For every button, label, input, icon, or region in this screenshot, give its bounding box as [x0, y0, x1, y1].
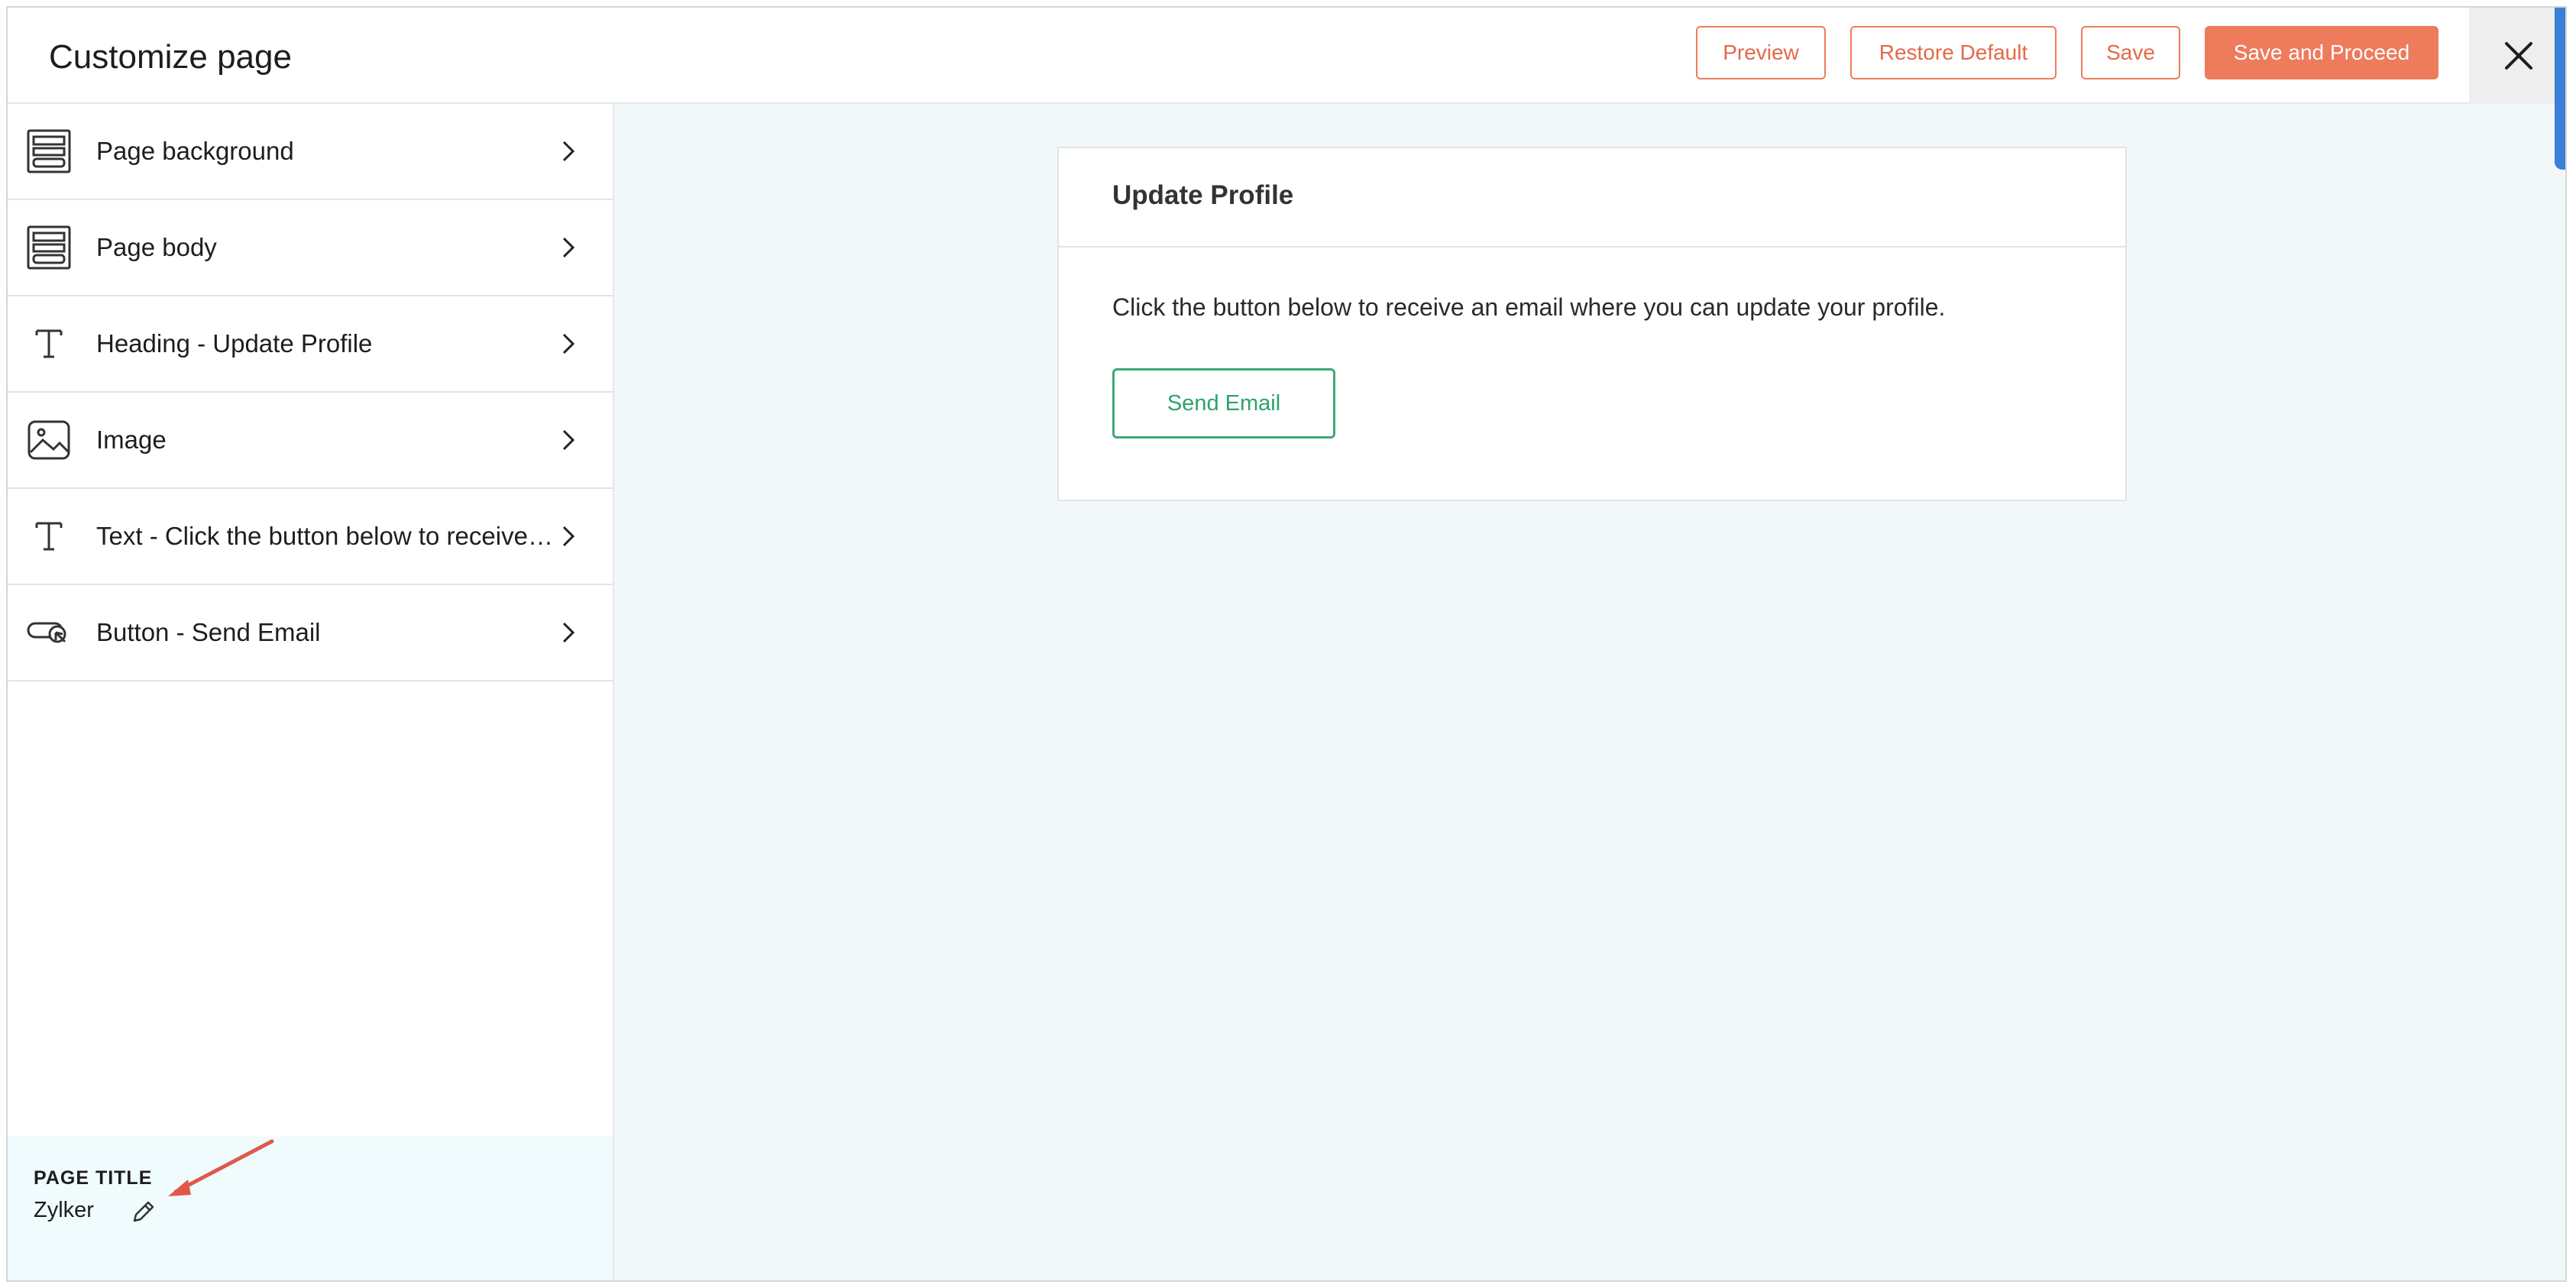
close-button[interactable]: [2469, 8, 2565, 104]
sidebar-item-text[interactable]: Text - Click the button below to receive…: [8, 489, 614, 585]
sidebar-item-label: Button - Send Email: [96, 618, 321, 646]
sidebar-item-label: Text - Click the button below to receive…: [96, 522, 555, 550]
sidebar-item-button[interactable]: Button - Send Email: [8, 585, 614, 681]
layout-icon: [26, 128, 72, 174]
top-bar: Customize page Preview Restore Default S…: [8, 8, 2469, 104]
sidebar: Page background Page body Heading - Upda…: [8, 104, 614, 1280]
chevron-right-icon: [556, 232, 581, 263]
page-title-label: PAGE TITLE: [34, 1167, 153, 1189]
chevron-right-icon: [556, 617, 581, 648]
restore-default-button[interactable]: Restore Default: [1850, 26, 2057, 79]
chevron-right-icon: [556, 328, 581, 359]
sidebar-item-image[interactable]: Image: [8, 393, 614, 489]
sidebar-item-page-background[interactable]: Page background: [8, 104, 614, 200]
button-click-icon: [26, 610, 72, 655]
customize-page-window: Customize page Preview Restore Default S…: [6, 6, 2567, 1282]
send-email-button[interactable]: Send Email: [1112, 368, 1335, 439]
pencil-icon[interactable]: [130, 1198, 157, 1225]
annotation-arrow-icon: [168, 1139, 274, 1196]
layout-icon: [26, 225, 72, 270]
preview-heading[interactable]: Update Profile: [1112, 180, 1293, 211]
chevron-right-icon: [556, 425, 581, 455]
sidebar-item-label: Page body: [96, 233, 217, 261]
save-and-proceed-button[interactable]: Save and Proceed: [2205, 26, 2438, 79]
page-title-value: Zylker: [34, 1198, 94, 1222]
text-icon: [26, 321, 72, 367]
preview-button[interactable]: Preview: [1696, 26, 1826, 79]
sidebar-item-label: Heading - Update Profile: [96, 329, 373, 358]
sidebar-item-heading[interactable]: Heading - Update Profile: [8, 296, 614, 393]
close-icon: [2505, 42, 2532, 70]
page-title: Customize page: [49, 38, 292, 76]
page-title-section: PAGE TITLE Zylker: [8, 1137, 613, 1280]
sidebar-item-label: Page background: [96, 137, 294, 165]
chevron-right-icon: [556, 136, 581, 167]
chevron-right-icon: [556, 521, 581, 552]
preview-card-header: Update Profile: [1059, 148, 2125, 248]
sidebar-item-page-body[interactable]: Page body: [8, 200, 614, 296]
image-icon: [26, 417, 72, 463]
sidebar-item-label: Image: [96, 426, 167, 454]
save-button[interactable]: Save: [2081, 26, 2180, 79]
preview-text[interactable]: Click the button below to receive an ema…: [1112, 293, 1945, 322]
text-icon: [26, 513, 72, 559]
scrollbar-handle[interactable]: [2555, 8, 2565, 170]
preview-card: Update Profile Click the button below to…: [1057, 147, 2127, 501]
